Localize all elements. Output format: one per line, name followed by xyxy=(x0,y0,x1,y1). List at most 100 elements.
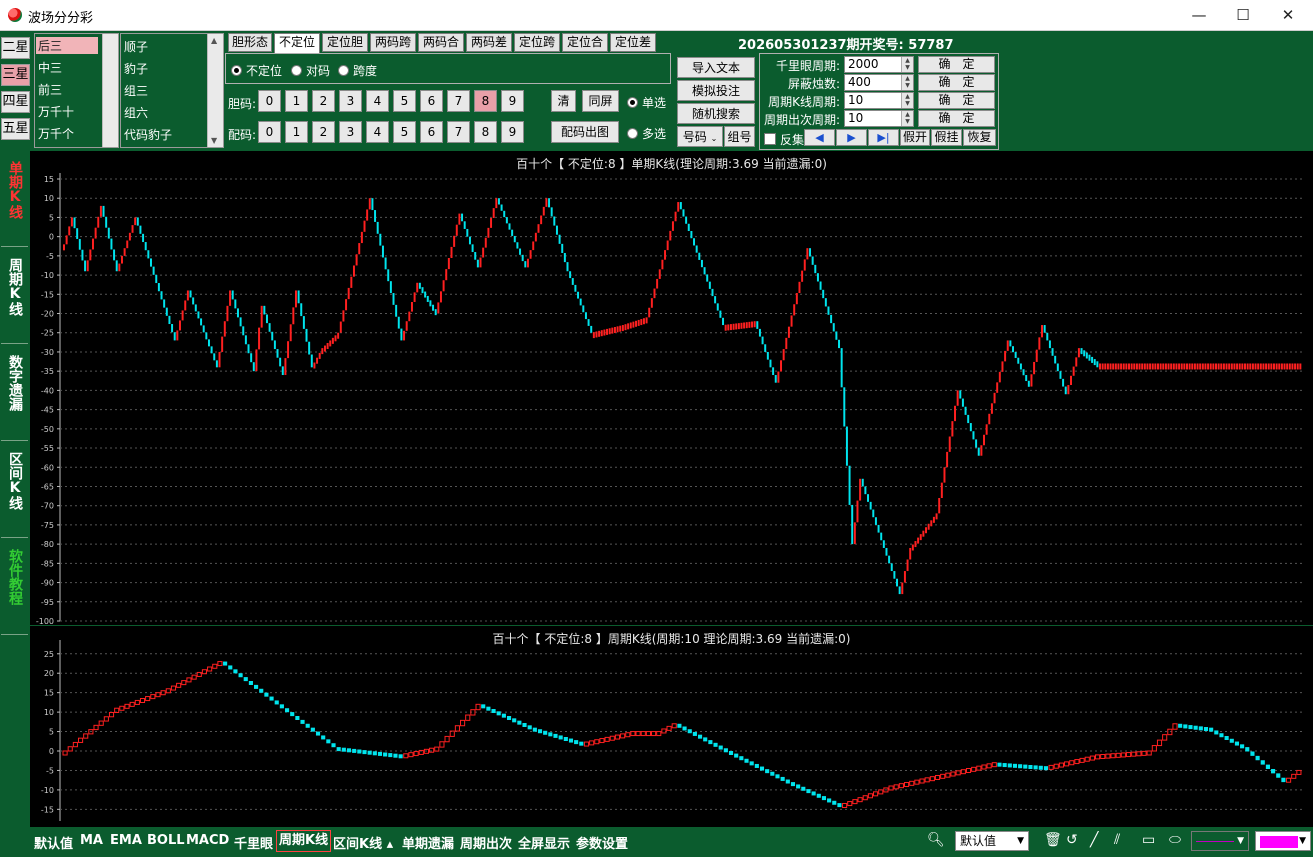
multi-select-radio[interactable]: 多选 xyxy=(627,125,666,142)
close-button[interactable]: ✕ xyxy=(1265,0,1311,31)
rectangle-icon[interactable]: ▭ xyxy=(1142,832,1155,848)
pei-digit-button[interactable]: 3 xyxy=(339,121,362,143)
form-list-scrollbar[interactable]: ▲ ▼ xyxy=(207,34,223,147)
form-list[interactable]: 顺子 豹子 组三 组六 代码豹子 ▲ ▼ xyxy=(120,33,224,148)
position-item[interactable]: 中三 xyxy=(38,59,62,76)
toolbar-ema[interactable]: EMA xyxy=(110,833,142,848)
toolbar-ma[interactable]: MA xyxy=(80,833,103,848)
toolbar-macd[interactable]: MACD xyxy=(186,833,229,848)
position-list-scrollbar[interactable] xyxy=(102,34,118,147)
fake-hang-button[interactable]: 假挂 xyxy=(931,129,962,146)
toolbar-period-kline[interactable]: 周期K线 xyxy=(276,830,332,852)
scroll-up-icon[interactable]: ▲ xyxy=(211,36,217,45)
form-item[interactable]: 组三 xyxy=(124,82,148,99)
side-tab-period-kline[interactable]: 周期K线 xyxy=(1,248,28,344)
toolbar-boll[interactable]: BOLL xyxy=(147,833,185,848)
toolbar-qianliyan[interactable]: 千里眼 xyxy=(234,833,273,852)
form-item[interactable]: 顺子 xyxy=(124,38,148,55)
last-icon[interactable]: ▶| xyxy=(868,129,899,146)
tab-two-span[interactable]: 两码跨 xyxy=(370,33,416,52)
form-item[interactable]: 组六 xyxy=(124,104,148,121)
position-item[interactable]: 万千个 xyxy=(38,125,74,142)
spinner-icon[interactable]: ▲ ▼ xyxy=(901,93,913,108)
pei-digit-button[interactable]: 1 xyxy=(285,121,308,143)
appear-period-input[interactable]: 10 ▲ ▼ xyxy=(844,110,914,127)
pei-digit-button[interactable]: 6 xyxy=(420,121,443,143)
single-kline-chart[interactable]: 15 10 5 0 -5 -10 -15 -20 -25 -30 -35 -40 -45 -50 -55 -6… xyxy=(30,151,1313,625)
spinner-icon[interactable]: ▲ ▼ xyxy=(901,75,913,90)
position-item[interactable]: 后三 xyxy=(36,37,98,54)
dan-digit-button[interactable]: 5 xyxy=(393,90,416,112)
toolbar-fullscreen[interactable]: 全屏显示 xyxy=(518,833,570,852)
clear-button[interactable]: 清 xyxy=(551,90,576,112)
zoom-icon[interactable]: 🔍︎ xyxy=(927,832,945,848)
pei-digit-button[interactable]: 7 xyxy=(447,121,470,143)
pei-digit-button[interactable]: 8 xyxy=(474,121,497,143)
fake-open-button[interactable]: 假开 xyxy=(900,129,930,146)
dan-digit-button[interactable]: 3 xyxy=(339,90,362,112)
side-tab-tutorial[interactable]: 软件教程 xyxy=(1,539,28,635)
tab-budingwei[interactable]: 不定位 xyxy=(274,33,320,54)
tab-two-diff[interactable]: 两码差 xyxy=(466,33,512,52)
tab-dan-form[interactable]: 胆形态 xyxy=(228,33,272,52)
form-item[interactable]: 豹子 xyxy=(124,60,148,77)
dan-digit-button[interactable]: 1 xyxy=(285,90,308,112)
toolbar-period-appear[interactable]: 周期出次 xyxy=(460,833,512,852)
form-item[interactable]: 代码豹子 xyxy=(124,126,172,143)
ellipse-icon[interactable]: ⬭ xyxy=(1169,832,1181,848)
star-button-2[interactable]: 二星 xyxy=(1,37,30,59)
line-tool-icon[interactable]: ╱ xyxy=(1090,832,1098,848)
random-search-button[interactable]: 随机搜索 xyxy=(677,103,755,124)
star-button-4[interactable]: 四星 xyxy=(1,91,30,113)
toolbar-range-kline[interactable]: 区间K线 ▴ xyxy=(333,833,393,852)
toolbar-single-omission[interactable]: 单期遗漏 xyxy=(402,833,454,852)
prev-icon[interactable]: ◀ xyxy=(804,129,835,146)
qianliyan-period-input[interactable]: 2000 ▲ ▼ xyxy=(844,56,914,73)
confirm-button[interactable]: 确 定 xyxy=(918,92,995,109)
next-icon[interactable]: ▶ xyxy=(836,129,867,146)
confirm-button[interactable]: 确 定 xyxy=(918,56,995,73)
sim-bet-button[interactable]: 模拟投注 xyxy=(677,80,755,101)
dan-digit-button[interactable]: 9 xyxy=(501,90,524,112)
maximize-button[interactable]: ☐ xyxy=(1220,0,1266,31)
undo-icon[interactable]: ↺ xyxy=(1066,832,1078,848)
spinner-icon[interactable]: ▲ ▼ xyxy=(901,57,913,72)
tab-two-sum[interactable]: 两码合 xyxy=(418,33,464,52)
position-item[interactable]: 万千十 xyxy=(38,103,74,120)
toolbar-settings[interactable]: 参数设置 xyxy=(576,833,628,852)
mode-kuadu-radio[interactable]: 跨度 xyxy=(338,62,377,79)
tab-pos-span[interactable]: 定位跨 xyxy=(514,33,560,52)
position-item[interactable]: 前三 xyxy=(38,81,62,98)
restore-button[interactable]: 恢复 xyxy=(963,129,996,146)
dan-digit-button[interactable]: 4 xyxy=(366,90,389,112)
side-tab-digit-omission[interactable]: 数字遗漏 xyxy=(1,345,28,441)
same-screen-button[interactable]: 同屏 xyxy=(582,90,619,112)
indicator-dropdown[interactable]: 默认值 ▼ xyxy=(955,831,1029,851)
star-button-3[interactable]: 三星 xyxy=(1,64,30,86)
dan-digit-button[interactable]: 0 xyxy=(258,90,281,112)
spinner-icon[interactable]: ▲ ▼ xyxy=(901,111,913,126)
single-select-radio[interactable]: 单选 xyxy=(627,94,666,111)
dan-digit-button[interactable]: 2 xyxy=(312,90,335,112)
mode-budingwei-radio[interactable]: 不定位 xyxy=(231,62,282,79)
pei-digit-button[interactable]: 9 xyxy=(501,121,524,143)
position-list[interactable]: 后三 中三 前三 万千十 万千个 xyxy=(34,33,119,148)
toolbar-default[interactable]: 默认值 xyxy=(34,833,73,852)
dan-digit-button[interactable]: 7 xyxy=(447,90,470,112)
dan-digit-button[interactable]: 8 xyxy=(474,90,497,112)
confirm-button[interactable]: 确 定 xyxy=(918,74,995,91)
tab-pos-sum[interactable]: 定位合 xyxy=(562,33,608,52)
parallel-line-icon[interactable]: ⫽ xyxy=(1114,832,1120,848)
pei-digit-button[interactable]: 0 xyxy=(258,121,281,143)
pei-digit-button[interactable]: 5 xyxy=(393,121,416,143)
mode-duima-radio[interactable]: 对码 xyxy=(291,62,330,79)
side-tab-single-kline[interactable]: 单期K线 xyxy=(1,151,28,247)
group-button[interactable]: 组号 xyxy=(724,126,755,147)
scroll-down-icon[interactable]: ▼ xyxy=(211,136,217,145)
mask-candles-input[interactable]: 400 ▲ ▼ xyxy=(844,74,914,91)
pei-digit-button[interactable]: 2 xyxy=(312,121,335,143)
trash-icon[interactable]: 🗑︎ xyxy=(1044,832,1062,848)
number-dropdown[interactable]: 号码 ⌄ xyxy=(677,126,723,147)
tab-pos-diff[interactable]: 定位差 xyxy=(610,33,656,52)
pair-chart-button[interactable]: 配码出图 xyxy=(551,121,619,143)
